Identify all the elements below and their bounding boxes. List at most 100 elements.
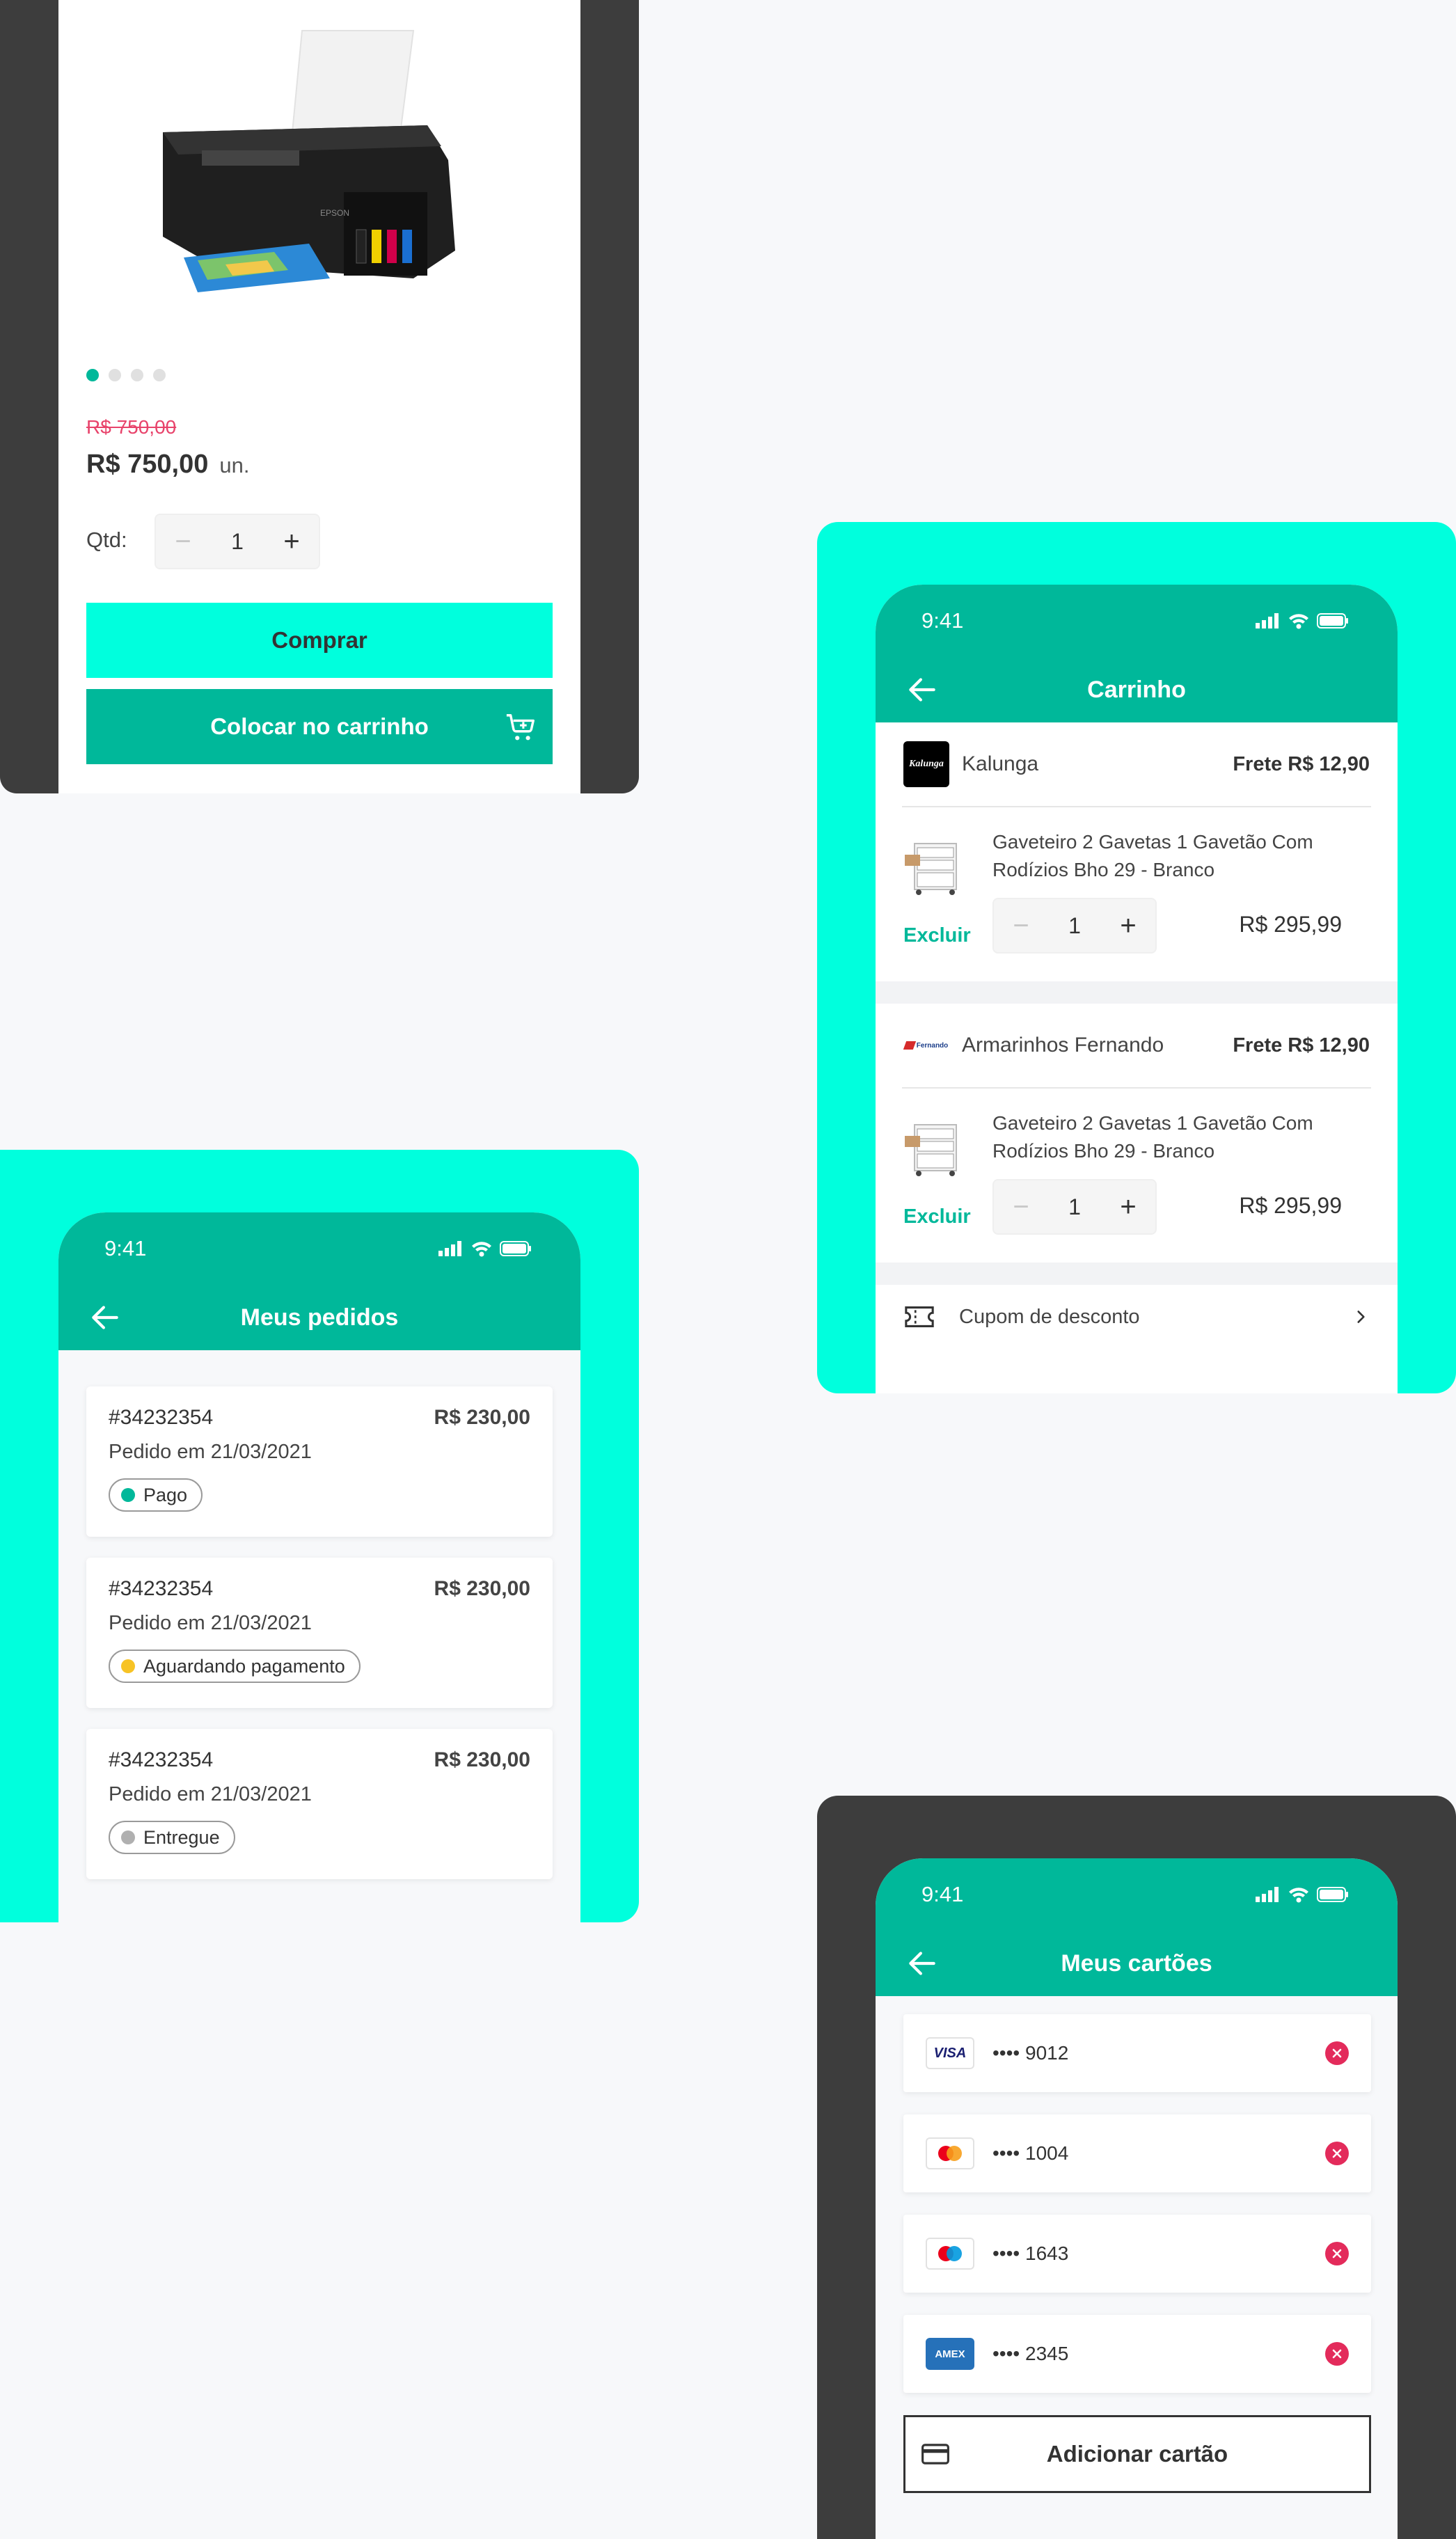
card-number: •••• 9012 [992, 2042, 1069, 2064]
battery-icon [1317, 613, 1348, 628]
order-total: R$ 230,00 [434, 1748, 530, 1771]
quantity-value[interactable]: 1 [1048, 913, 1101, 939]
coupon-label: Cupom de desconto [959, 1305, 1140, 1328]
status-dot [121, 1830, 135, 1844]
quantity-stepper: − 1 + [155, 514, 320, 569]
close-icon [1332, 2048, 1342, 2058]
old-price: R$ 750,00 [86, 416, 177, 438]
status-icons [1256, 1886, 1349, 1903]
credit-card-icon [921, 2444, 949, 2465]
store-name: Kalunga [962, 752, 1039, 775]
status-badge: Entregue [109, 1821, 235, 1854]
add-card-button[interactable]: Adicionar cartão [903, 2415, 1371, 2493]
quantity-stepper: − 1 + [992, 1179, 1157, 1235]
status-label: Pago [143, 1484, 188, 1505]
signal-icon [438, 1241, 461, 1256]
battery-icon [500, 1241, 531, 1256]
ticket-icon [905, 1306, 934, 1327]
gallery-dot-3[interactable] [131, 369, 143, 381]
status-label: Entregue [143, 1826, 220, 1848]
remove-card-button[interactable] [1325, 2142, 1349, 2165]
add-to-cart-button[interactable]: Colocar no carrinho [86, 689, 553, 764]
back-arrow-icon[interactable] [905, 1946, 940, 1981]
increment-button[interactable]: + [1101, 899, 1155, 952]
gallery-dot-2[interactable] [109, 369, 121, 381]
status-time: 9:41 [921, 1882, 964, 1906]
quantity-value[interactable]: 1 [210, 529, 264, 555]
status-icons [1256, 612, 1349, 629]
freight-price: Frete R$ 12,90 [1233, 752, 1370, 775]
status-time: 9:41 [104, 1236, 147, 1260]
amex-icon: AMEX [926, 2338, 974, 2370]
store-logo: Kalunga [903, 741, 949, 787]
nav-bar: Meus pedidos [58, 1285, 580, 1350]
item-price: R$ 295,99 [1239, 1193, 1342, 1218]
store-header: Kalunga Kalunga Frete R$ 12,90 [876, 722, 1398, 806]
gallery-dot-4[interactable] [153, 369, 166, 381]
status-dot [121, 1488, 135, 1502]
store-logo: Fernando [903, 1022, 949, 1068]
coupon-row[interactable]: Cupom de desconto [876, 1285, 1398, 1349]
item-title-line-2: Rodízios Bho 29 - Branco [992, 1140, 1215, 1162]
gallery-dot-1[interactable] [86, 369, 99, 381]
remove-card-button[interactable] [1325, 2041, 1349, 2065]
order-date: Pedido em 21/03/2021 [109, 1612, 312, 1634]
status-icons [438, 1240, 532, 1257]
store-logo-text: Kalunga [909, 759, 944, 769]
card-item[interactable]: AMEX •••• 2345 [903, 2315, 1371, 2393]
price-unit: un. [219, 453, 250, 477]
order-card[interactable]: #34232354 R$ 230,00 Pedido em 21/03/2021… [86, 1729, 553, 1879]
card-item[interactable]: •••• 1004 [903, 2114, 1371, 2192]
wifi-icon [1289, 1888, 1308, 1903]
back-arrow-icon[interactable] [905, 672, 940, 707]
order-card[interactable]: #34232354 R$ 230,00 Pedido em 21/03/2021… [86, 1558, 553, 1708]
maestro-icon [926, 2238, 974, 2270]
buy-button[interactable]: Comprar [86, 603, 553, 678]
decrement-button[interactable]: − [994, 899, 1048, 952]
add-card-label: Adicionar cartão [1046, 2441, 1228, 2467]
remove-card-button[interactable] [1325, 2242, 1349, 2265]
status-badge: Pago [109, 1478, 203, 1512]
card-item[interactable]: VISA •••• 9012 [903, 2014, 1371, 2092]
status-bar: 9:41 [876, 585, 1398, 657]
decrement-button[interactable]: − [994, 1180, 1048, 1233]
increment-button[interactable]: + [1101, 1180, 1155, 1233]
cart-screen: 9:41 Carrinho Kalunga Kalunga Frete R$ 1… [876, 585, 1398, 1393]
freight-price: Frete R$ 12,90 [1233, 1034, 1370, 1057]
item-title-line-1: Gaveteiro 2 Gavetas 1 Gavetão Com [992, 1112, 1313, 1134]
status-badge: Aguardando pagamento [109, 1650, 361, 1683]
visa-icon: VISA [926, 2037, 974, 2069]
order-id: #34232354 [109, 1577, 214, 1600]
order-card[interactable]: #34232354 R$ 230,00 Pedido em 21/03/2021… [86, 1386, 553, 1537]
gallery-dots[interactable] [86, 369, 166, 381]
store-logo-text: Fernando [916, 1041, 949, 1050]
order-id: #34232354 [109, 1406, 214, 1429]
remove-item-button[interactable]: Excluir [903, 1205, 971, 1228]
decrement-button[interactable]: − [156, 515, 210, 568]
add-to-cart-label: Colocar no carrinho [210, 713, 429, 739]
product-thumbnail[interactable] [902, 834, 966, 898]
store-logo-mark [903, 1041, 916, 1050]
orders-screen: 9:41 Meus pedidos #34232354 R$ 230,00 Pe… [58, 1212, 580, 1922]
quantity-label: Qtd: [86, 528, 127, 552]
order-id: #34232354 [109, 1748, 214, 1771]
product-thumbnail[interactable] [902, 1115, 966, 1179]
product-image[interactable]: EPSON [135, 28, 497, 334]
product-screen: EPSON R$ 750,00 R$ 750,00 un. Qtd: − 1 +… [58, 0, 580, 793]
current-price: R$ 750,00 [86, 450, 209, 479]
page-title: Meus cartões [1061, 1949, 1212, 1977]
chevron-right-icon [1357, 1311, 1365, 1323]
increment-button[interactable]: + [264, 515, 319, 568]
status-time: 9:41 [921, 608, 964, 633]
item-title-line-1: Gaveteiro 2 Gavetas 1 Gavetão Com [992, 831, 1313, 853]
remove-card-button[interactable] [1325, 2342, 1349, 2366]
order-date: Pedido em 21/03/2021 [109, 1783, 312, 1805]
remove-item-button[interactable]: Excluir [903, 924, 971, 947]
card-item[interactable]: •••• 1643 [903, 2215, 1371, 2293]
order-total: R$ 230,00 [434, 1406, 530, 1429]
quantity-value[interactable]: 1 [1048, 1194, 1101, 1220]
signal-icon [1256, 613, 1279, 628]
status-dot [121, 1659, 135, 1673]
back-arrow-icon[interactable] [88, 1300, 122, 1335]
card-number: •••• 1004 [992, 2142, 1069, 2164]
